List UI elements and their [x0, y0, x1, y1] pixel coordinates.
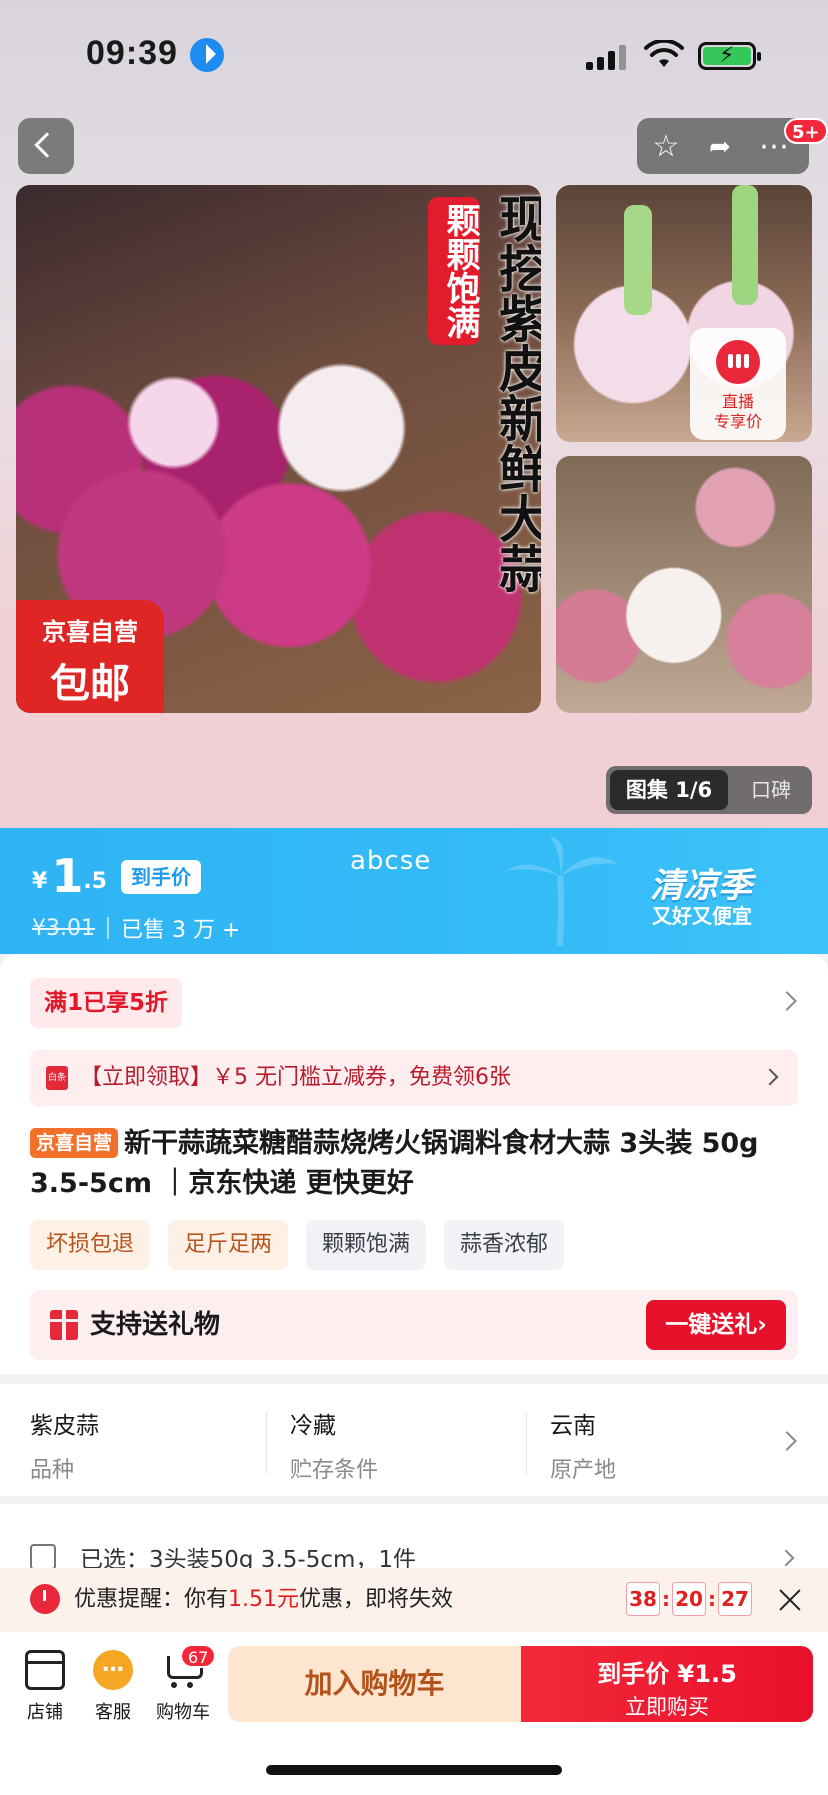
chevron-right-icon	[777, 1549, 795, 1567]
status-bar: 09:39 ⚡	[0, 0, 828, 110]
gallery-tab[interactable]: 图集 1/6	[610, 770, 728, 810]
attribute-key: 品种	[30, 1458, 75, 1483]
final-price-tag: 到手价	[121, 860, 201, 894]
buy-now-label: 立即购买	[625, 1695, 709, 1719]
self-operated-tag: 京喜自营	[30, 1128, 119, 1158]
attribute-value: 云南	[550, 1413, 596, 1439]
shop-label: 店铺	[27, 1702, 63, 1723]
banner-subtitle: 又好又便宜	[652, 904, 752, 928]
review-tab[interactable]: 口碑	[738, 770, 804, 810]
product-title-text: 新干蒜蔬菜糖醋蒜烧烤火锅调料食材大蒜 3头装 50g 3.5-5cm ｜京东快递…	[30, 1128, 759, 1199]
attributes-row[interactable]: 紫皮蒜 品种 冷藏 贮存条件 云南 原产地	[0, 1384, 828, 1496]
timer-hours: 38	[626, 1582, 660, 1616]
corner-line-1: 京喜自营	[42, 618, 138, 646]
main-product-image[interactable]: 颗颗饱满 现挖紫皮新鲜大蒜 京喜自营 包邮	[16, 185, 541, 713]
live-price-label: 专享价	[713, 412, 762, 431]
product-title: 京喜自营 新干蒜蔬菜糖醋蒜烧烤火锅调料食材大蒜 3头装 50g 3.5-5cm ｜…	[30, 1124, 800, 1204]
header-actions: ☆ ➦ ⋯	[637, 118, 809, 174]
wifi-icon	[644, 40, 684, 67]
location-icon	[190, 38, 224, 72]
palm-decoration-icon	[505, 836, 618, 946]
status-time: 09:39	[86, 34, 178, 72]
battery-icon: ⚡	[698, 42, 761, 70]
send-gift-button[interactable]: 一键送礼›	[646, 1300, 786, 1350]
countdown-timer: 38: 20: 27	[626, 1582, 752, 1616]
banner-center-text: abcse	[350, 846, 432, 876]
coupon-icon: 白条	[46, 1066, 68, 1090]
chevron-right-icon[interactable]	[777, 991, 797, 1011]
selection-icon	[30, 1544, 56, 1570]
close-icon[interactable]	[778, 1588, 802, 1612]
discount-reminder: 优惠提醒：你有1.51元优惠，即将失效 38: 20: 27	[0, 1568, 828, 1632]
coupon-bar[interactable]: 白条 【立即领取】￥5 无门槛立减券，免费领6张	[30, 1050, 798, 1106]
star-icon[interactable]: ☆	[649, 130, 683, 164]
chevron-left-icon	[34, 132, 60, 158]
sold-count: 已售 3 万 +	[120, 918, 241, 943]
feature-tag: 颗颗饱满	[306, 1220, 427, 1270]
product-info-card: 满1已享5折 白条 【立即领取】￥5 无门槛立减券，免费领6张 京喜自营 新干蒜蔬…	[0, 954, 828, 1374]
price-row: ¥ 1 .5 到手价	[32, 852, 201, 900]
chevron-right-icon	[761, 1068, 779, 1086]
service-label: 客服	[95, 1702, 131, 1723]
attribute-value: 紫皮蒜	[30, 1413, 99, 1439]
price-decimal: .5	[83, 869, 107, 894]
shop-button[interactable]: 店铺	[8, 1650, 82, 1724]
feature-tag: 蒜香浓郁	[444, 1220, 565, 1270]
currency-symbol: ¥	[32, 869, 48, 894]
back-button[interactable]	[18, 118, 74, 174]
cart-count-badge: 67	[180, 1644, 217, 1668]
coupon-text: 【立即领取】￥5 无门槛立减券，免费领6张	[80, 1065, 511, 1090]
price-banner: ¥ 1 .5 到手价 ¥3.01 已售 3 万 + abcse 清凉季 又好又便…	[0, 828, 828, 954]
product-page: 09:39 ⚡ ☆ ➦ ⋯ 5+ 颗颗饱满 现挖紫皮新鲜大蒜 京喜自营 包邮 直…	[0, 0, 828, 1795]
shop-icon	[25, 1650, 65, 1690]
feature-tag: 足斤足两	[168, 1220, 289, 1270]
original-price: ¥3.01	[32, 915, 95, 941]
attribute-value: 冷藏	[290, 1413, 336, 1439]
share-icon[interactable]: ➦	[703, 130, 737, 164]
feature-tag: 坏损包退	[30, 1220, 151, 1270]
gallery-switch: 图集 1/6 口碑	[606, 766, 812, 814]
attribute-key: 贮存条件	[290, 1458, 379, 1483]
service-button[interactable]: 客服	[76, 1650, 150, 1724]
timer-minutes: 20	[672, 1582, 706, 1616]
feature-tags: 坏损包退 足斤足两 颗颗饱满 蒜香浓郁	[30, 1220, 565, 1270]
chevron-right-icon	[777, 1431, 797, 1451]
customer-service-icon	[93, 1650, 133, 1690]
more-badge: 5+	[784, 118, 828, 144]
live-label: 直播	[721, 392, 754, 411]
attribute-storage: 冷藏 贮存条件	[290, 1406, 510, 1484]
live-icon	[716, 340, 760, 384]
live-price-button[interactable]: 直播 专享价	[690, 328, 786, 440]
hero-area: 09:39 ⚡ ☆ ➦ ⋯ 5+ 颗颗饱满 现挖紫皮新鲜大蒜 京喜自营 包邮 直…	[0, 0, 828, 828]
buy-now-button[interactable]: 到手价 ¥1.5 立即购买	[521, 1646, 813, 1722]
cart-label: 购物车	[156, 1702, 210, 1723]
attribute-key: 原产地	[550, 1458, 617, 1483]
home-indicator	[266, 1765, 562, 1775]
gift-text: 支持送礼物	[90, 1310, 221, 1340]
reminder-text: 优惠提醒：你有1.51元优惠，即将失效	[74, 1587, 454, 1612]
price-subline: ¥3.01 已售 3 万 +	[32, 912, 240, 944]
discount-chip[interactable]: 满1已享5折	[30, 978, 183, 1028]
image-tag: 颗颗饱满	[428, 197, 480, 345]
timer-seconds: 27	[718, 1582, 752, 1616]
buy-price-label: 到手价 ¥1.5	[597, 1660, 737, 1688]
add-to-cart-button[interactable]: 加入购物车	[228, 1646, 521, 1722]
gift-bar: 支持送礼物 一键送礼›	[30, 1290, 798, 1360]
image-corner-badge: 京喜自营 包邮	[16, 600, 164, 713]
attribute-origin: 云南 原产地	[550, 1406, 770, 1484]
image-vertical-title: 现挖紫皮新鲜大蒜	[491, 193, 541, 593]
clock-icon	[30, 1584, 60, 1614]
signal-icon	[586, 44, 628, 70]
gift-icon	[50, 1310, 78, 1340]
corner-line-2: 包邮	[50, 661, 130, 707]
thumbnail-image-2[interactable]	[556, 456, 812, 713]
attribute-variety: 紫皮蒜 品种	[30, 1406, 250, 1484]
reminder-amount: 1.51元	[228, 1587, 300, 1612]
price-integer: 1	[51, 849, 84, 903]
